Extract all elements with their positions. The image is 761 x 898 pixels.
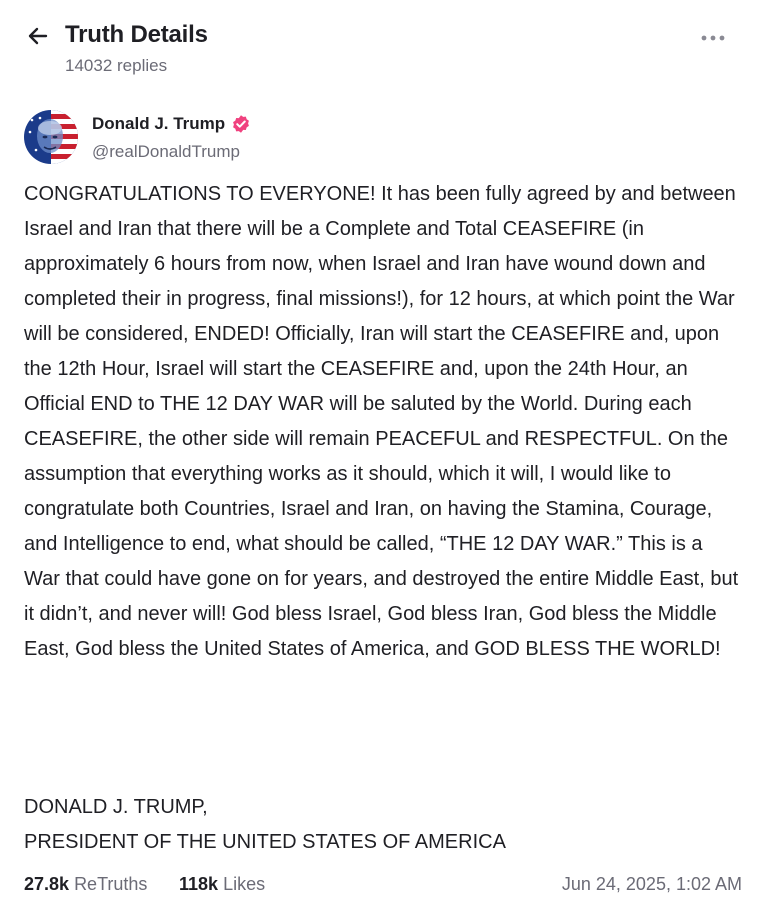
likes-label: Likes xyxy=(223,874,266,894)
arrow-left-icon xyxy=(28,27,48,45)
author-handle: @realDonaldTrump xyxy=(92,142,240,161)
retruths-label: ReTruths xyxy=(74,874,148,894)
retruths-count: 27.8k xyxy=(24,874,70,894)
back-button[interactable] xyxy=(24,22,52,50)
avatar[interactable] xyxy=(24,110,78,164)
more-horizontal-icon xyxy=(701,35,725,41)
likes-count: 118k xyxy=(179,874,219,894)
reply-count: 14032 replies xyxy=(65,56,168,75)
signature-line: DONALD J. TRUMP, xyxy=(24,796,208,818)
post-timestamp[interactable]: Jun 24, 2025, 1:02 AM xyxy=(562,870,742,898)
likes-stat[interactable]: 118k Likes xyxy=(179,870,265,898)
post-signature: DONALD J. TRUMP, PRESIDENT OF THE UNITED… xyxy=(24,790,740,860)
verified-badge-icon xyxy=(233,115,250,133)
author-name-link[interactable]: Donald J. Trump xyxy=(92,114,251,134)
post-footer: 27.8k ReTruths 118k Likes Jun 24, 2025, … xyxy=(24,870,742,898)
author-name: Donald J. Trump xyxy=(92,114,226,133)
retruths-stat[interactable]: 27.8k ReTruths xyxy=(24,870,147,898)
page-header: Truth Details 14032 replies xyxy=(0,0,761,90)
more-options-button[interactable] xyxy=(698,28,728,48)
post-body: CONGRATULATIONS TO EVERYONE! It has been… xyxy=(24,183,739,660)
signature-line: PRESIDENT OF THE UNITED STATES OF AMERIC… xyxy=(24,831,506,853)
avatar-image xyxy=(24,110,78,164)
page-title: Truth Details xyxy=(65,21,208,48)
